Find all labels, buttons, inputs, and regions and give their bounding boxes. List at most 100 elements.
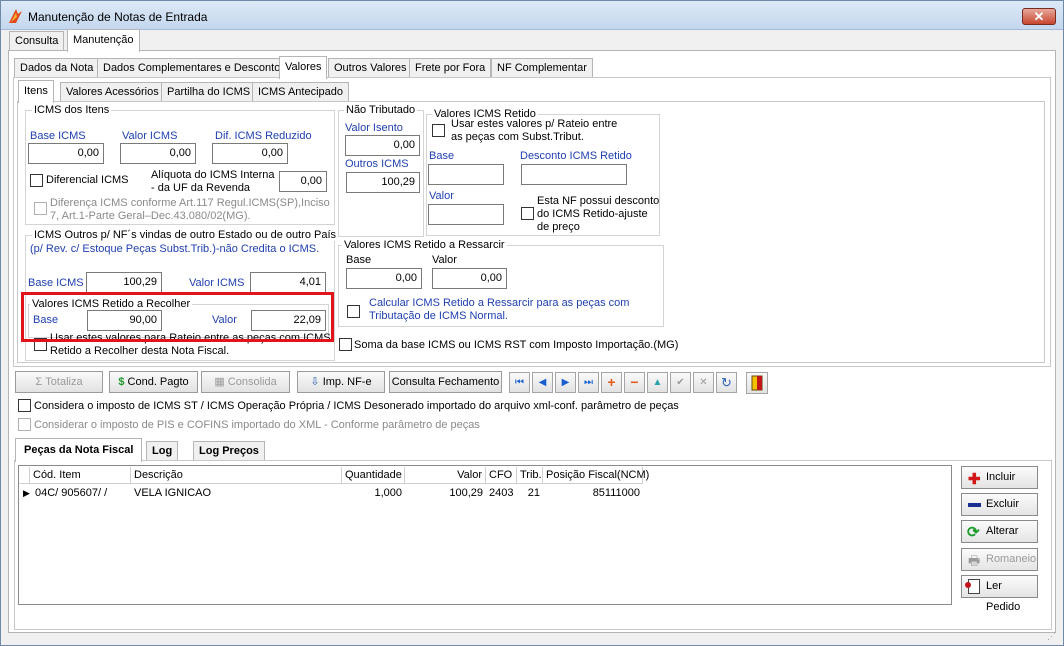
tab-valores-acessorios[interactable]: Valores Acessórios <box>60 82 165 102</box>
considera-icms-checkbox[interactable] <box>18 399 31 412</box>
aliquota-label-1: Alíquota do ICMS Interna <box>151 169 275 181</box>
tab-pecas-nota-fiscal[interactable]: Peças da Nota Fiscal <box>15 438 143 462</box>
consulta-fechamento-button[interactable]: Consulta Fechamento <box>389 371 502 393</box>
exit-icon[interactable] <box>746 372 768 394</box>
dif-icms-field[interactable]: 0,00 <box>212 143 288 164</box>
incluir-label: Incluir <box>986 471 1016 483</box>
cond-pagto-button[interactable]: $ Cond. Pagto <box>109 371 198 393</box>
tab-valores[interactable]: Valores <box>279 56 328 79</box>
minus-icon <box>968 503 981 507</box>
totaliza-button: Σ Totaliza <box>15 371 103 393</box>
dif-icms-label: Dif. ICMS Reduzido <box>215 130 312 142</box>
ler-pedido-label: Ler Pedido <box>986 580 1021 613</box>
resize-grip-icon[interactable]: ⋰ <box>1047 631 1056 642</box>
retido-base-field[interactable] <box>428 164 504 185</box>
col-posicao-fiscal[interactable]: Posição Fiscal(NCM) <box>543 467 649 484</box>
col-valor[interactable]: Valor <box>405 467 486 484</box>
col-cfo[interactable]: CFO <box>486 467 517 484</box>
col-descricao[interactable]: Descrição <box>131 467 342 484</box>
outros-base-label: Base ICMS <box>28 277 84 289</box>
tab-nf-complementar[interactable]: NF Complementar <box>491 58 593 78</box>
tab-itens[interactable]: Itens <box>18 80 54 103</box>
edit-record-icon[interactable]: ▲ <box>647 372 668 393</box>
retido-rateio-line1: Usar estes valores p/ Rateio entre <box>451 118 618 130</box>
prior-record-icon[interactable]: ◀ <box>532 372 553 393</box>
cell-valor: 100,29 <box>449 487 483 499</box>
excluir-button[interactable]: Excluir <box>961 493 1038 516</box>
refresh-icon[interactable]: ↻ <box>716 372 737 393</box>
diferencial-icms-label: Diferencial ICMS <box>46 174 129 186</box>
outros-base-field[interactable]: 100,29 <box>86 272 162 293</box>
grid-indicator-header <box>19 467 30 484</box>
incluir-button[interactable]: ✚ Incluir <box>961 466 1038 489</box>
col-trib[interactable]: Trib. <box>517 467 543 484</box>
nf-desconto-line1: Esta NF possui desconto <box>537 195 660 207</box>
tab-dados-complementares[interactable]: Dados Complementares e Desconto <box>97 58 287 78</box>
isento-field[interactable]: 0,00 <box>345 135 420 156</box>
considera-pis-label: Considerar o imposto de PIS e COFINS imp… <box>34 419 480 431</box>
document-icon <box>965 579 980 594</box>
sigma-icon: Σ <box>35 376 46 388</box>
tab-consulta[interactable]: Consulta <box>9 31 65 51</box>
nf-desconto-checkbox[interactable] <box>521 207 534 220</box>
aliquota-field[interactable]: 0,00 <box>279 171 327 192</box>
cell-cfo: 2403 <box>489 487 514 499</box>
outros-icms-field[interactable]: 100,29 <box>346 172 420 193</box>
tab-outros-valores[interactable]: Outros Valores <box>328 58 413 78</box>
soma-base-checkbox[interactable] <box>339 338 352 351</box>
refresh-arrows-icon: ⟳ <box>967 524 980 541</box>
col-cod-item[interactable]: Cód. Item <box>30 467 131 484</box>
post-record-icon: ✔ <box>670 372 691 393</box>
rateio-recolher-line2: Retido a Recolher desta Nota Fiscal. <box>50 345 230 357</box>
tab-log[interactable]: Log <box>146 441 179 461</box>
ressarcir-base-field[interactable]: 0,00 <box>346 268 422 289</box>
retido-valor-field[interactable] <box>428 204 504 225</box>
tab-frete-por-fora[interactable]: Frete por Fora <box>409 58 492 78</box>
printer-icon: 🖶 <box>968 553 981 568</box>
ressarcir-valor-field[interactable]: 0,00 <box>432 268 507 289</box>
highlight-box <box>21 292 334 342</box>
tab-partilha-icms[interactable]: Partilha do ICMS <box>161 82 257 102</box>
considera-pis-checkbox <box>18 418 31 431</box>
imp-nfe-button[interactable]: ⇩ Imp. NF-e <box>297 371 385 393</box>
delete-record-icon[interactable]: − <box>624 372 645 393</box>
tab-manutencao[interactable]: Manutenção <box>67 29 140 52</box>
diferencial-icms-checkbox[interactable] <box>30 174 43 187</box>
cell-descricao: VELA IGNICAO <box>134 487 212 499</box>
last-record-icon[interactable]: ⏭ <box>578 372 599 393</box>
calcular-ressarcir-line2: Tributação de ICMS Normal. <box>369 310 508 322</box>
alterar-button[interactable]: ⟳ Alterar <box>961 520 1038 543</box>
plus-icon: ✚ <box>968 471 981 488</box>
romaneio-label: Romaneio <box>986 553 1037 565</box>
considera-icms-label: Considera o imposto de ICMS ST / ICMS Op… <box>34 400 679 412</box>
imp-nfe-label: Imp. NF-e <box>322 376 372 388</box>
cell-trib: 21 <box>527 487 540 499</box>
cell-cod-item: 04C/ 905607/ / <box>35 487 108 499</box>
row-indicator-icon: ▶ <box>23 488 30 498</box>
ressarcir-title: Valores ICMS Retido a Ressarcir <box>342 239 507 251</box>
icms-outros-line2: (p/ Rev. c/ Estoque Peças Subst.Trib.)-n… <box>30 243 320 255</box>
close-button[interactable]: ✕ <box>1022 8 1056 25</box>
tab-icms-antecipado[interactable]: ICMS Antecipado <box>252 82 349 102</box>
next-record-icon[interactable]: ▶ <box>555 372 576 393</box>
first-record-icon[interactable]: ⏮ <box>509 372 530 393</box>
aliquota-label-2: - da UF da Revenda <box>151 182 251 194</box>
retido-rateio-checkbox[interactable] <box>432 124 445 137</box>
cell-posicao-fiscal: 85111000 <box>592 487 640 499</box>
desconto-retido-field[interactable] <box>521 164 627 185</box>
outros-valor-field[interactable]: 4,01 <box>250 272 326 293</box>
valor-icms-field[interactable]: 0,00 <box>120 143 196 164</box>
totaliza-label: Totaliza <box>45 376 83 388</box>
ler-pedido-button[interactable]: Ler Pedido <box>961 575 1038 613</box>
tab-dados-da-nota[interactable]: Dados da Nota <box>14 58 100 78</box>
calcular-ressarcir-checkbox[interactable] <box>347 305 360 318</box>
tab-log-precos[interactable]: Log Preços <box>193 441 265 461</box>
calcular-ressarcir-line1: Calcular ICMS Retido a Ressarcir para as… <box>369 297 630 309</box>
retido-rateio-line2: as peças com Subst.Tribut. <box>451 131 584 143</box>
retido-valor-label: Valor <box>429 190 454 202</box>
window-title: Manutenção de Notas de Entrada <box>28 10 208 24</box>
col-quantidade[interactable]: Quantidade <box>342 467 405 484</box>
insert-record-icon[interactable]: + <box>601 372 622 393</box>
base-icms-field[interactable]: 0,00 <box>28 143 104 164</box>
main-window: Manutenção de Notas de Entrada ✕ Consult… <box>0 0 1064 646</box>
